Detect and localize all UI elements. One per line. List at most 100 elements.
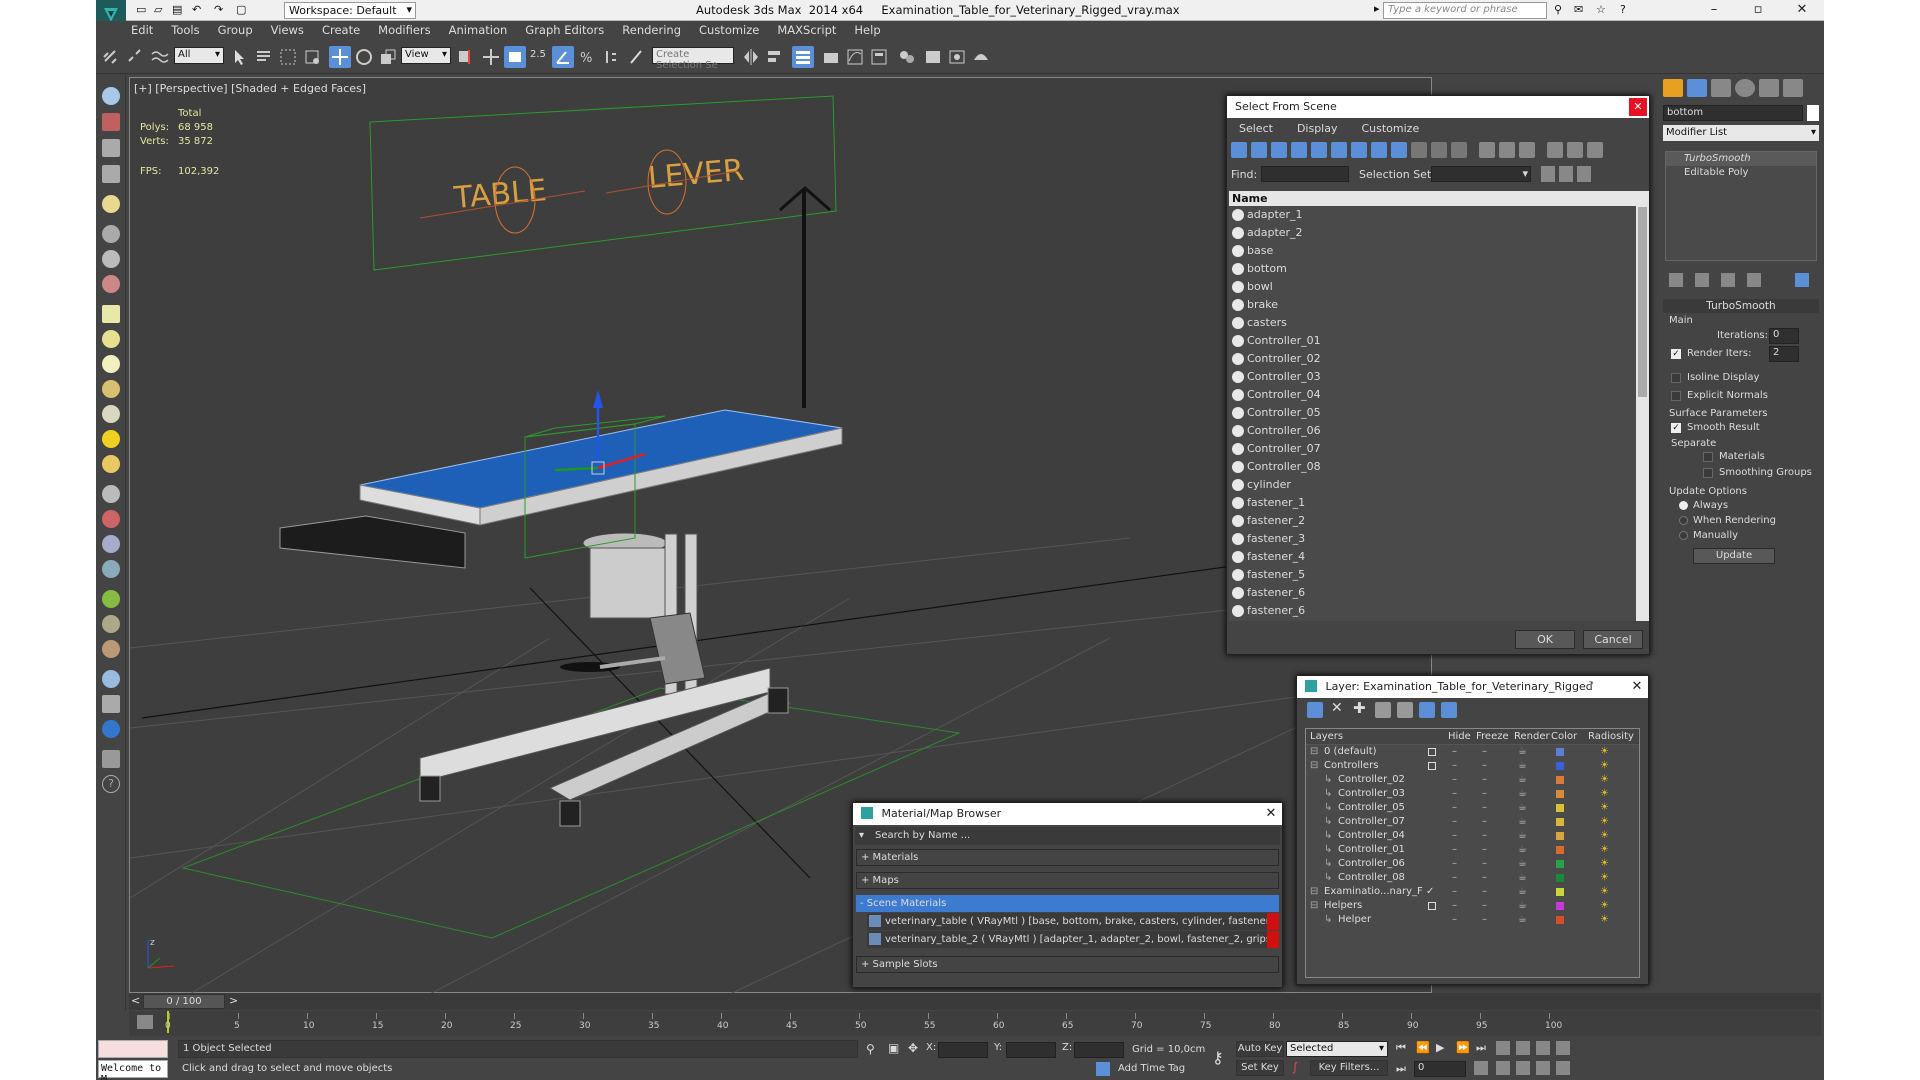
layer-row[interactable]: ⊟ Examinatio...nary_F ✓ – – ☕ ☀ — [1306, 885, 1639, 899]
next-frame-icon[interactable]: ⏩ — [1456, 1041, 1470, 1054]
utilities-tab-icon[interactable] — [1783, 79, 1803, 97]
lock-selection-icon[interactable]: ▣ — [888, 1041, 899, 1055]
object-name-field[interactable]: bottom — [1663, 105, 1803, 121]
section-materials[interactable]: + Materials — [856, 849, 1279, 866]
child-object-icon[interactable]: ↳ — [1324, 843, 1332, 857]
isoline-checkbox[interactable] — [1671, 373, 1681, 383]
scene-object-row[interactable]: fastener_2 — [1229, 512, 1636, 530]
update-button[interactable]: Update — [1693, 548, 1775, 564]
scene-object-row[interactable]: cylinder — [1229, 476, 1636, 494]
spinner-snap-icon[interactable] — [600, 46, 622, 68]
col-color[interactable]: Color — [1551, 731, 1577, 742]
always-radio[interactable] — [1679, 501, 1688, 510]
create-set-icon[interactable] — [1541, 166, 1555, 182]
percent-snap-icon[interactable]: % — [576, 46, 598, 68]
find-input[interactable] — [1261, 166, 1349, 182]
select-scale-icon[interactable] — [377, 46, 399, 68]
isolate-selection-icon[interactable]: ⚲ — [866, 1042, 875, 1056]
render-sphere-icon[interactable] — [102, 670, 120, 688]
menu-customize[interactable]: Customize — [690, 21, 768, 39]
delete-layer-icon[interactable]: ✕ — [1331, 700, 1343, 716]
sfs-menu-select[interactable]: Select — [1227, 119, 1285, 138]
explicit-normals-checkbox[interactable] — [1671, 391, 1681, 401]
open-file-icon[interactable]: ▱ — [154, 3, 162, 16]
menu-maxscript[interactable]: MAXScript — [768, 21, 845, 39]
sphere-blue-icon[interactable] — [102, 560, 120, 578]
display-tab-icon[interactable] — [1759, 79, 1779, 97]
hide-toggle-icon[interactable]: – — [1452, 745, 1457, 759]
angle-snap-icon[interactable] — [552, 46, 574, 68]
save-file-icon[interactable]: ▤ — [172, 3, 182, 16]
layer-color-swatch[interactable] — [1556, 832, 1564, 840]
select-none-icon[interactable] — [1499, 142, 1515, 158]
new-file-icon[interactable]: ▭ — [136, 3, 146, 16]
default-tangent-icon[interactable]: ∫ — [1292, 1060, 1298, 1074]
hide-toggle-icon[interactable]: – — [1452, 787, 1457, 801]
stack-item-turbosmooth[interactable]: TurboSmooth — [1666, 152, 1816, 166]
layer-color-swatch[interactable] — [1556, 902, 1564, 910]
turbosmooth-rollout-header[interactable]: TurboSmooth — [1663, 299, 1819, 313]
layer-color-swatch[interactable] — [1556, 860, 1564, 868]
hide-toggle-icon[interactable]: – — [1452, 829, 1457, 843]
scene-object-row[interactable]: casters — [1229, 314, 1636, 332]
section-maps[interactable]: + Maps — [856, 872, 1279, 889]
stack-item-editable-poly[interactable]: Editable Poly — [1666, 166, 1816, 180]
scene-object-row[interactable]: Controller_07 — [1229, 440, 1636, 458]
selection-filter-dropdown[interactable]: All ▾ — [174, 47, 224, 64]
minimize-button[interactable]: – — [1696, 0, 1732, 21]
orbit-icon[interactable] — [1536, 1061, 1550, 1075]
menu-graph-editors[interactable]: Graph Editors — [516, 21, 613, 39]
layer-color-swatch[interactable] — [1556, 818, 1564, 826]
create-geometry-icon[interactable] — [102, 87, 120, 105]
layer-row[interactable]: ↳ Controller_03 – – ☕ ☀ — [1306, 787, 1639, 801]
close-icon[interactable]: ✕ — [1626, 676, 1648, 698]
child-object-icon[interactable]: ↳ — [1324, 913, 1332, 927]
align-icon[interactable] — [764, 46, 786, 68]
render-setup-icon[interactable] — [922, 46, 944, 68]
filter-frozen-icon[interactable] — [1431, 142, 1447, 158]
time-config-icon[interactable] — [1474, 1061, 1488, 1075]
hierarchy-tab-icon[interactable] — [1711, 79, 1731, 97]
y-coord-field[interactable] — [1006, 1042, 1056, 1058]
x-coord-field[interactable] — [938, 1042, 988, 1058]
curve-editor-icon[interactable] — [844, 46, 866, 68]
layer-row[interactable]: ↳ Controller_06 – – ☕ ☀ — [1306, 857, 1639, 871]
material-item[interactable]: veterinary_table ( VRayMtl ) [base, bott… — [867, 913, 1279, 930]
current-layer-checkbox[interactable] — [1428, 902, 1436, 910]
render-teapot-icon[interactable]: ☕ — [1518, 759, 1527, 773]
redo-icon[interactable]: ↷ — [214, 3, 223, 16]
cone-primitive-icon[interactable] — [102, 330, 120, 348]
rect-selection-icon[interactable] — [277, 46, 299, 68]
zoom-extents-all-icon[interactable] — [1556, 1041, 1570, 1055]
current-layer-checkbox[interactable] — [1428, 748, 1436, 756]
go-to-start-icon[interactable]: ⏮ — [1396, 1041, 1406, 1055]
create-tab-icon[interactable] — [1663, 79, 1683, 97]
sphere-primitive-icon[interactable] — [102, 355, 120, 373]
select-from-scene-titlebar[interactable]: Select From Scene ✕ — [1227, 96, 1649, 118]
highlight-layer-icon[interactable] — [1397, 702, 1413, 718]
render-teapot-icon[interactable]: ☕ — [1518, 885, 1527, 899]
child-object-icon[interactable]: ↳ — [1324, 857, 1332, 871]
menu-modifiers[interactable]: Modifiers — [369, 21, 440, 39]
freeze-all-layers-icon[interactable] — [1441, 702, 1457, 718]
freeze-toggle-icon[interactable]: – — [1482, 815, 1487, 829]
radiosity-sun-icon[interactable]: ☀ — [1600, 885, 1609, 899]
search-arrow-icon[interactable]: ▸ — [1374, 2, 1380, 15]
child-object-icon[interactable]: ↳ — [1324, 801, 1332, 815]
schematic-view-icon[interactable] — [868, 46, 890, 68]
hide-toggle-icon[interactable]: – — [1452, 801, 1457, 815]
pivot-center-icon[interactable] — [454, 46, 476, 68]
col-hide[interactable]: Hide — [1448, 731, 1471, 742]
child-object-icon[interactable]: ↳ — [1324, 871, 1332, 885]
active-layer-check-icon[interactable]: ✓ — [1426, 885, 1434, 899]
sun-light-icon[interactable] — [102, 430, 120, 448]
layer-color-swatch[interactable] — [1556, 846, 1564, 854]
radiosity-sun-icon[interactable]: ☀ — [1600, 801, 1609, 815]
keyword-search-input[interactable]: Type a keyword or phrase — [1383, 2, 1547, 19]
render-teapot-icon[interactable]: ☕ — [1518, 773, 1527, 787]
previous-frame-icon[interactable]: ⏪ — [1416, 1041, 1430, 1054]
snaps-toggle-icon[interactable]: 2.5 — [528, 46, 550, 68]
freeze-toggle-icon[interactable]: – — [1482, 871, 1487, 885]
caster-1[interactable] — [419, 775, 441, 802]
hide-toggle-icon[interactable]: – — [1452, 759, 1457, 773]
